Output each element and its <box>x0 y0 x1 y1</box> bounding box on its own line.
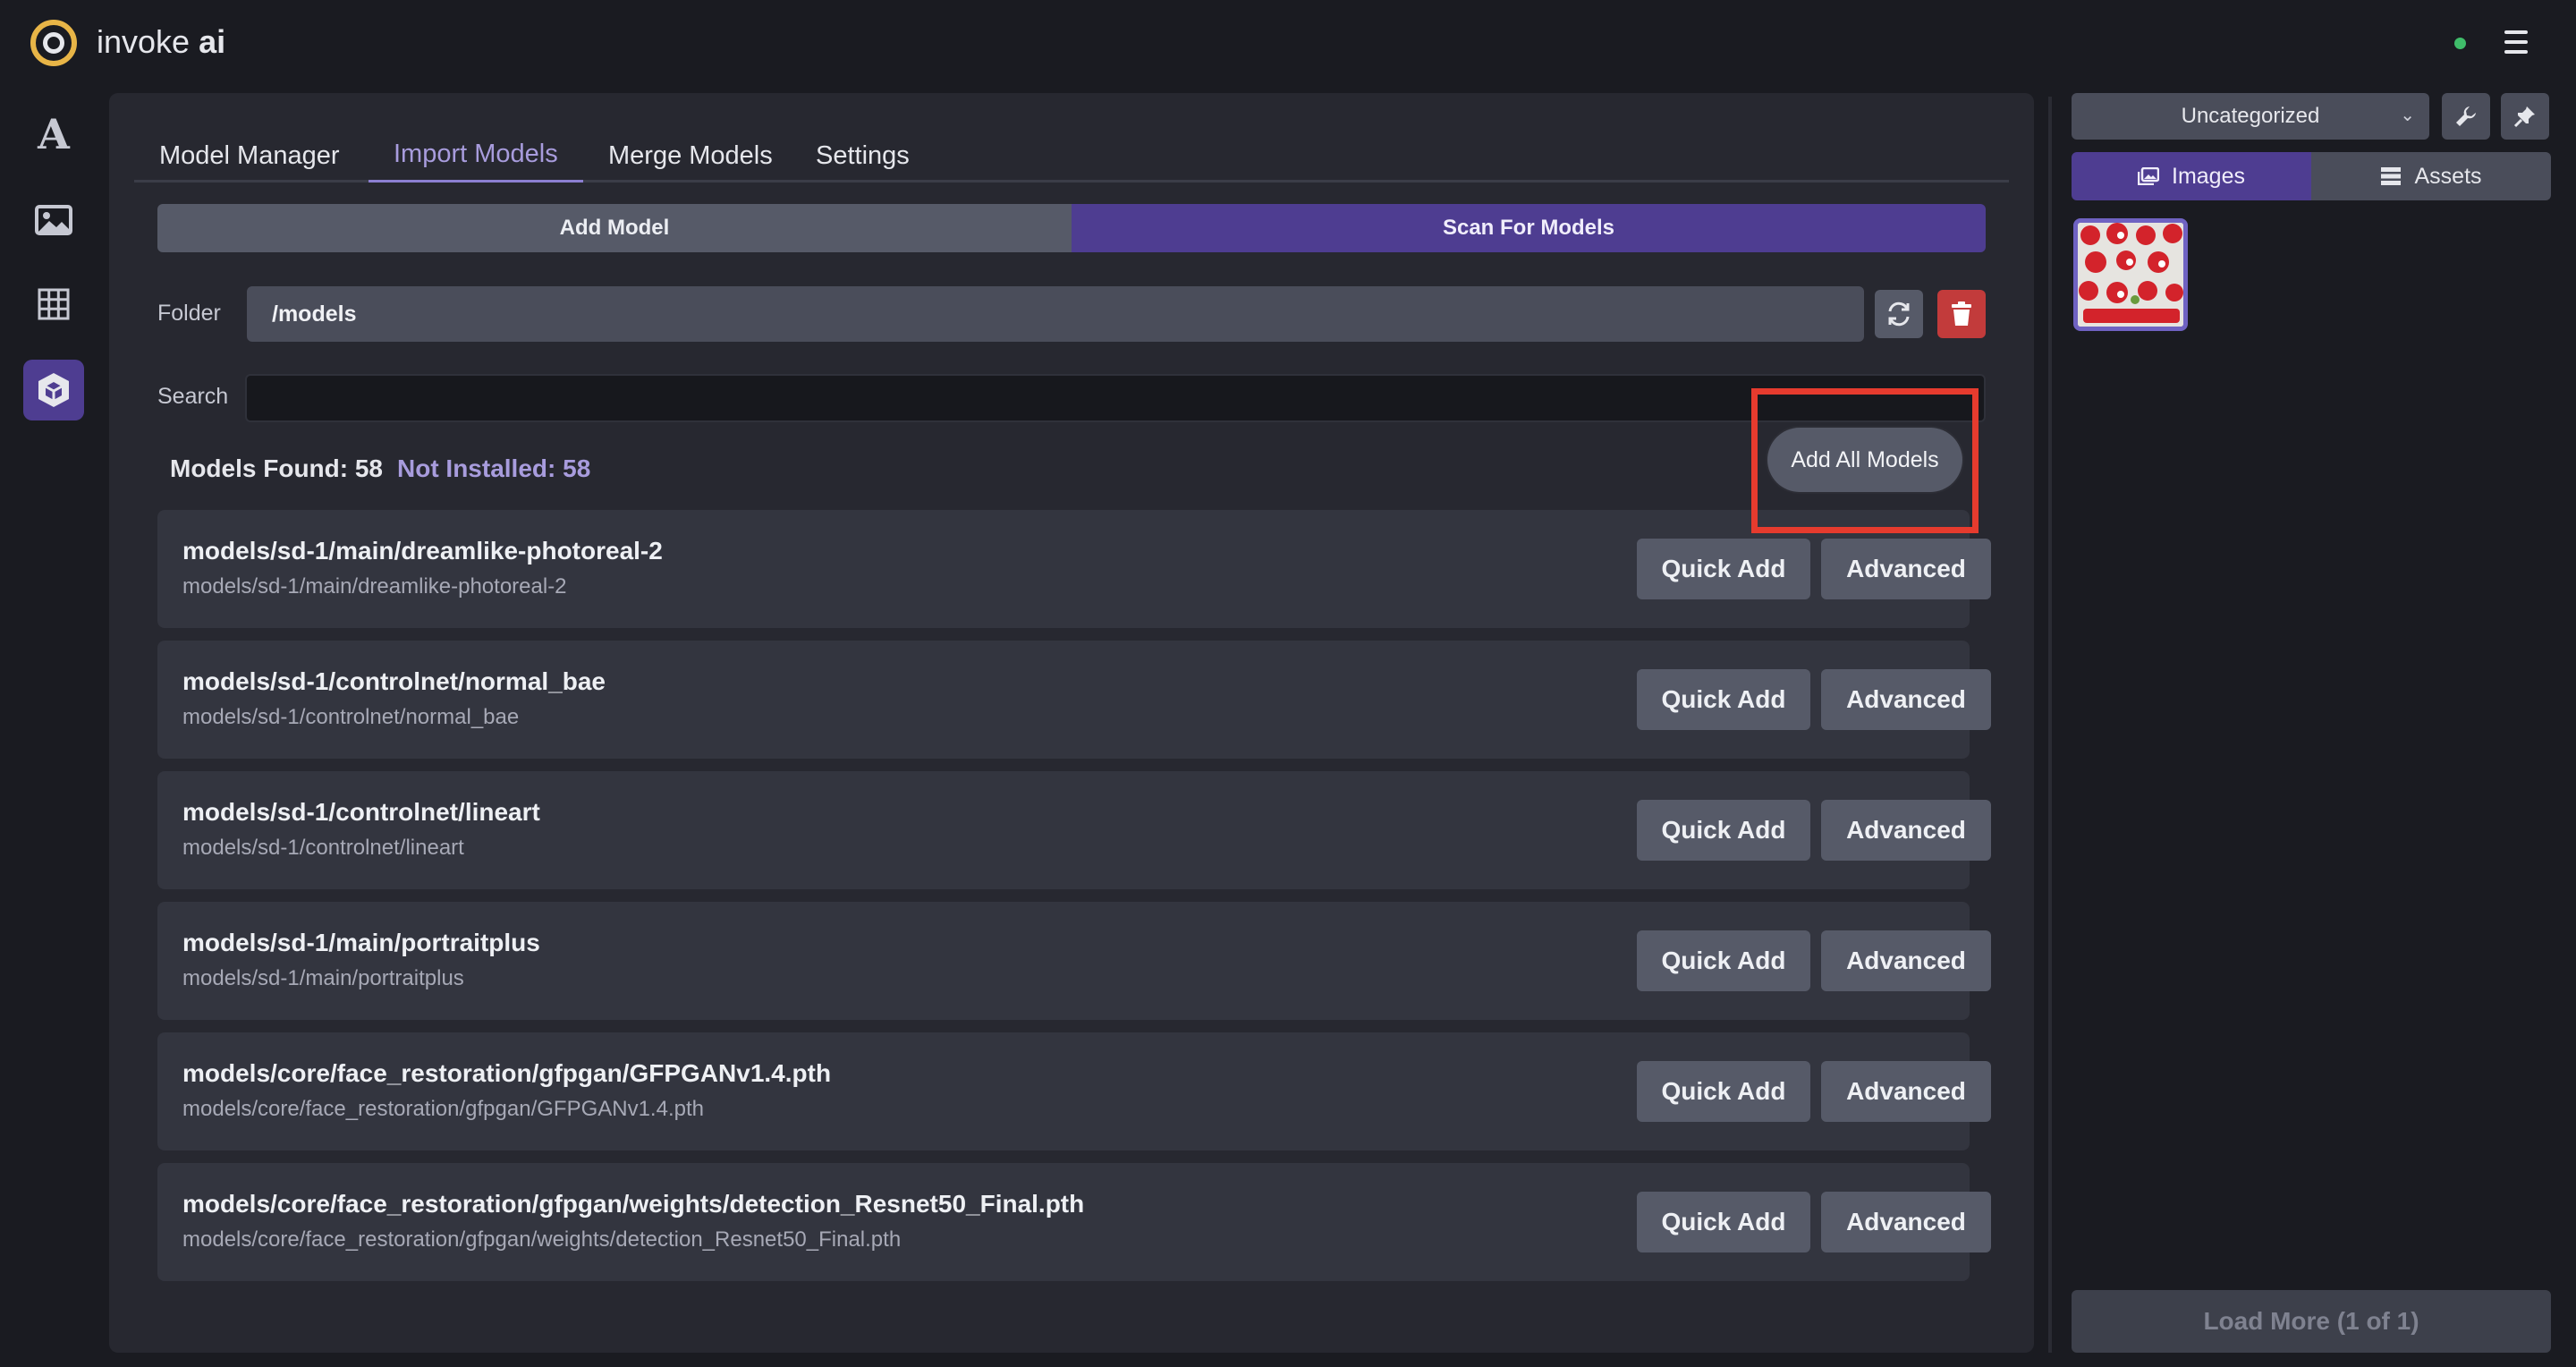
model-path: models/core/face_restoration/gfpgan/weig… <box>182 1227 902 1252</box>
board-select[interactable]: Uncategorized ⌄ <box>2072 93 2429 140</box>
refresh-icon <box>1888 301 1910 327</box>
brand-suffix: ai <box>199 23 226 60</box>
search-input[interactable] <box>245 374 1986 422</box>
assets-icon <box>2381 167 2402 185</box>
pin-gallery-button[interactable] <box>2501 93 2549 140</box>
tab-assets-label: Assets <box>2414 163 2482 189</box>
trash-icon <box>1952 301 1971 326</box>
thumbnail-image <box>2078 223 2183 327</box>
pin-icon <box>2513 106 2535 128</box>
hamburger-menu-icon[interactable] <box>2504 30 2540 57</box>
model-row: models/sd-1/controlnet/normal_bae models… <box>157 641 1991 759</box>
advanced-button[interactable]: Advanced <box>1821 800 1991 861</box>
advanced-button[interactable]: Advanced <box>1821 669 1991 730</box>
model-row: models/sd-1/main/portraitplus models/sd-… <box>157 902 1991 1020</box>
image-icon <box>35 205 72 235</box>
folder-label: Folder <box>157 301 221 326</box>
model-title: models/core/face_restoration/gfpgan/weig… <box>182 1190 1085 1218</box>
panel-divider[interactable] <box>2048 97 2052 1353</box>
model-row: models/sd-1/controlnet/lineart models/sd… <box>157 771 1991 889</box>
add-all-models-button[interactable]: Add All Models <box>1767 428 1962 492</box>
rail-image-to-image[interactable] <box>23 190 84 250</box>
model-manager-panel: Model Manager Import Models Merge Models… <box>109 93 2034 1353</box>
advanced-button[interactable]: Advanced <box>1821 1061 1991 1122</box>
cube-icon <box>38 373 69 407</box>
model-path: models/sd-1/controlnet/normal_bae <box>182 705 520 729</box>
rail-unified-canvas[interactable] <box>23 274 84 335</box>
model-path: models/sd-1/main/dreamlike-photoreal-2 <box>182 574 567 599</box>
images-icon <box>2138 167 2159 185</box>
quick-add-button[interactable]: Quick Add <box>1637 930 1810 991</box>
advanced-button[interactable]: Advanced <box>1821 539 1991 599</box>
rail-text-to-image[interactable]: A <box>23 104 84 165</box>
model-manager-tabs: Model Manager Import Models Merge Models… <box>134 129 2009 183</box>
advanced-button[interactable]: Advanced <box>1821 930 1991 991</box>
load-more-button[interactable]: Load More (1 of 1) <box>2072 1290 2551 1353</box>
model-title: models/sd-1/controlnet/lineart <box>182 798 540 826</box>
model-title: models/sd-1/main/dreamlike-photoreal-2 <box>182 537 663 565</box>
model-row: models/core/face_restoration/gfpgan/weig… <box>157 1163 1991 1281</box>
tab-images[interactable]: Images <box>2072 152 2311 200</box>
quick-add-button[interactable]: Quick Add <box>1637 1192 1810 1252</box>
wrench-icon <box>2456 106 2476 126</box>
search-label: Search <box>157 384 229 409</box>
refresh-folder-button[interactable] <box>1875 290 1923 338</box>
model-title: models/core/face_restoration/gfpgan/GFPG… <box>182 1059 832 1087</box>
gallery-tabs: Images Assets <box>2072 152 2551 200</box>
connection-status-icon <box>2454 38 2466 49</box>
quick-add-button[interactable]: Quick Add <box>1637 1061 1810 1122</box>
quick-add-button[interactable]: Quick Add <box>1637 539 1810 599</box>
top-bar: invoke ai <box>0 0 2576 86</box>
advanced-button[interactable]: Advanced <box>1821 1192 1991 1252</box>
letter-a-icon: A <box>38 110 70 158</box>
import-mode-toggle: Add Model Scan For Models <box>157 204 1986 252</box>
gallery-settings-button[interactable] <box>2442 93 2490 140</box>
tab-images-label: Images <box>2172 163 2245 189</box>
chevron-down-icon: ⌄ <box>2400 106 2415 125</box>
model-path: models/core/face_restoration/gfpgan/GFPG… <box>182 1097 704 1121</box>
not-installed-count: Not Installed: 58 <box>397 454 591 482</box>
grid-icon <box>38 288 70 320</box>
quick-add-button[interactable]: Quick Add <box>1637 800 1810 861</box>
model-path: models/sd-1/main/portraitplus <box>182 966 464 990</box>
brand-name: invoke <box>97 23 191 60</box>
model-row: models/sd-1/main/dreamlike-photoreal-2 m… <box>157 510 1991 628</box>
clear-folder-button[interactable] <box>1937 290 1986 338</box>
scan-for-models-button[interactable]: Scan For Models <box>1072 204 1986 252</box>
model-title: models/sd-1/controlnet/normal_bae <box>182 667 606 695</box>
tab-assets[interactable]: Assets <box>2311 152 2551 200</box>
tab-merge-models[interactable]: Merge Models <box>583 129 798 183</box>
tab-import-models[interactable]: Import Models <box>369 129 583 183</box>
gallery-thumbnail[interactable] <box>2073 218 2188 331</box>
add-model-button[interactable]: Add Model <box>157 204 1072 252</box>
models-found-count: Models Found: 58 <box>170 454 383 482</box>
tab-model-manager[interactable]: Model Manager <box>134 129 365 183</box>
board-select-value: Uncategorized <box>2181 104 2320 128</box>
tab-settings[interactable]: Settings <box>791 129 935 183</box>
folder-input[interactable]: /models <box>247 286 1864 342</box>
quick-add-button[interactable]: Quick Add <box>1637 669 1810 730</box>
model-row: models/core/face_restoration/gfpgan/GFPG… <box>157 1032 1991 1150</box>
model-title: models/sd-1/main/portraitplus <box>182 929 540 956</box>
rail-model-manager[interactable] <box>23 360 84 420</box>
invoke-logo-icon <box>30 20 77 66</box>
model-path: models/sd-1/controlnet/lineart <box>182 836 464 860</box>
app-brand: invoke ai <box>97 23 225 61</box>
